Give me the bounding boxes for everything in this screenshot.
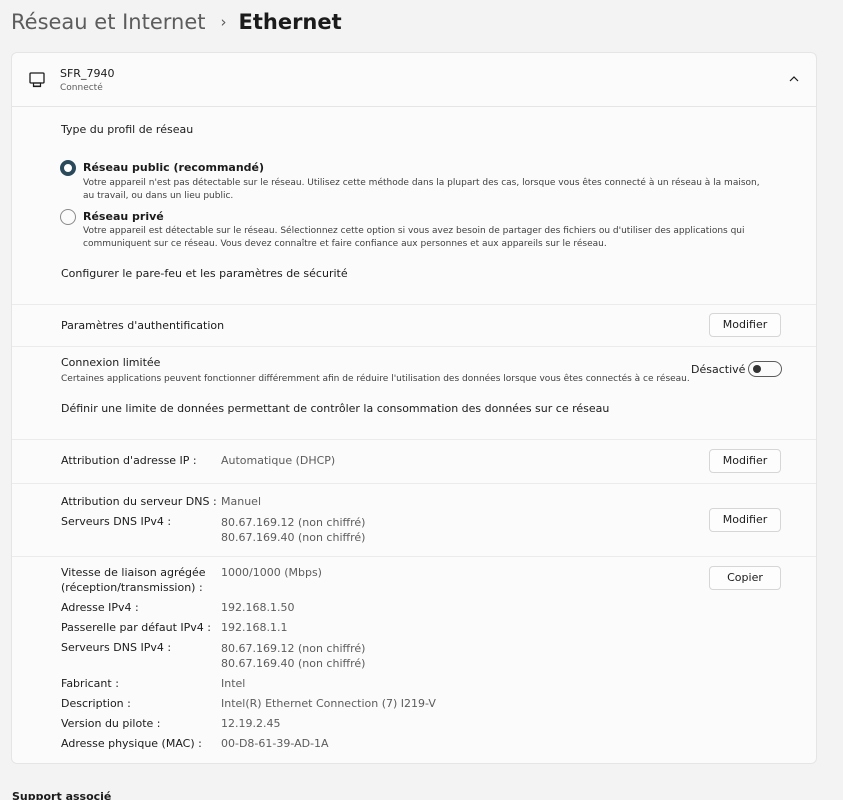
link-speed-label-2: (réception/transmission) : (61, 581, 203, 594)
divider (12, 439, 816, 440)
divider (12, 556, 816, 557)
network-status: Connecté (60, 83, 103, 93)
firewall-settings-link[interactable]: Configurer le pare-feu et les paramètres… (61, 267, 348, 280)
manufacturer-value: Intel (221, 677, 246, 690)
auth-modify-button[interactable]: Modifier (709, 313, 781, 337)
mac-address-value: 00-D8-61-39-AD-1A (221, 737, 329, 750)
metered-connection-description: Certaines applications peuvent fonctionn… (61, 374, 690, 384)
metered-connection-label: Connexion limitée (61, 356, 161, 369)
chevron-up-icon[interactable] (788, 73, 800, 85)
radio-public-network[interactable] (60, 160, 76, 176)
private-network-description: Votre appareil est détectable sur le rés… (83, 226, 745, 249)
data-limit-link[interactable]: Définir une limite de données permettant… (61, 402, 609, 415)
public-network-label[interactable]: Réseau public (recommandé) (83, 161, 264, 174)
public-network-description: Votre appareil n'est pas détectable sur … (83, 178, 760, 201)
ip-assignment-label: Attribution d'adresse IP : (61, 454, 197, 467)
gateway-value: 192.168.1.1 (221, 621, 288, 634)
description-value: Intel(R) Ethernet Connection (7) I219-V (221, 697, 436, 710)
related-support-heading: Support associé (12, 790, 112, 800)
auth-settings-label: Paramètres d'authentification (61, 319, 225, 332)
ethernet-card: SFR_7940 Connecté Type du profil de rése… (11, 52, 817, 764)
ipv4-value: 192.168.1.50 (221, 601, 295, 614)
metered-toggle-state: Désactivé (691, 363, 746, 376)
breadcrumb: Réseau et Internet › Ethernet (11, 8, 342, 36)
dns-assignment-value: Manuel (221, 495, 261, 508)
dns-assignment-label: Attribution du serveur DNS : (61, 495, 217, 508)
link-speed-value: 1000/1000 (Mbps) (221, 566, 322, 579)
breadcrumb-parent[interactable]: Réseau et Internet (11, 8, 206, 36)
divider (12, 304, 816, 305)
ipv4-label: Adresse IPv4 : (61, 601, 139, 614)
ipv4-dns-value-1: 80.67.169.12 (non chiffré) (221, 642, 366, 655)
metered-connection-toggle[interactable] (748, 361, 782, 377)
breadcrumb-separator-icon: › (220, 13, 227, 31)
mac-address-label: Adresse physique (MAC) : (61, 737, 202, 750)
ipv4-dns-value-2: 80.67.169.40 (non chiffré) (221, 657, 366, 670)
toggle-knob (753, 365, 761, 373)
driver-version-label: Version du pilote : (61, 717, 161, 730)
profile-type-title: Type du profil de réseau (61, 123, 194, 136)
radio-private-network[interactable] (60, 209, 76, 225)
ip-assignment-value: Automatique (DHCP) (221, 454, 336, 467)
divider (12, 483, 816, 484)
network-name: SFR_7940 (60, 67, 115, 80)
connection-header[interactable]: SFR_7940 Connecté (12, 53, 816, 107)
page-title: Ethernet (238, 10, 342, 34)
dns-modify-button[interactable]: Modifier (709, 508, 781, 532)
dns-servers-label: Serveurs DNS IPv4 : (61, 515, 172, 528)
dns-server-1: 80.67.169.12 (non chiffré) (221, 516, 366, 529)
ipv4-dns-label: Serveurs DNS IPv4 : (61, 641, 172, 654)
driver-version-value: 12.19.2.45 (221, 717, 281, 730)
gateway-label: Passerelle par défaut IPv4 : (61, 621, 212, 634)
link-speed-label-1: Vitesse de liaison agrégée (61, 566, 206, 579)
manufacturer-label: Fabricant : (61, 677, 119, 690)
dns-server-2: 80.67.169.40 (non chiffré) (221, 531, 366, 544)
private-network-label[interactable]: Réseau privé (83, 210, 164, 223)
copy-button[interactable]: Copier (709, 566, 781, 590)
divider (12, 346, 816, 347)
ip-modify-button[interactable]: Modifier (709, 449, 781, 473)
description-label: Description : (61, 697, 131, 710)
ethernet-icon (29, 72, 45, 88)
